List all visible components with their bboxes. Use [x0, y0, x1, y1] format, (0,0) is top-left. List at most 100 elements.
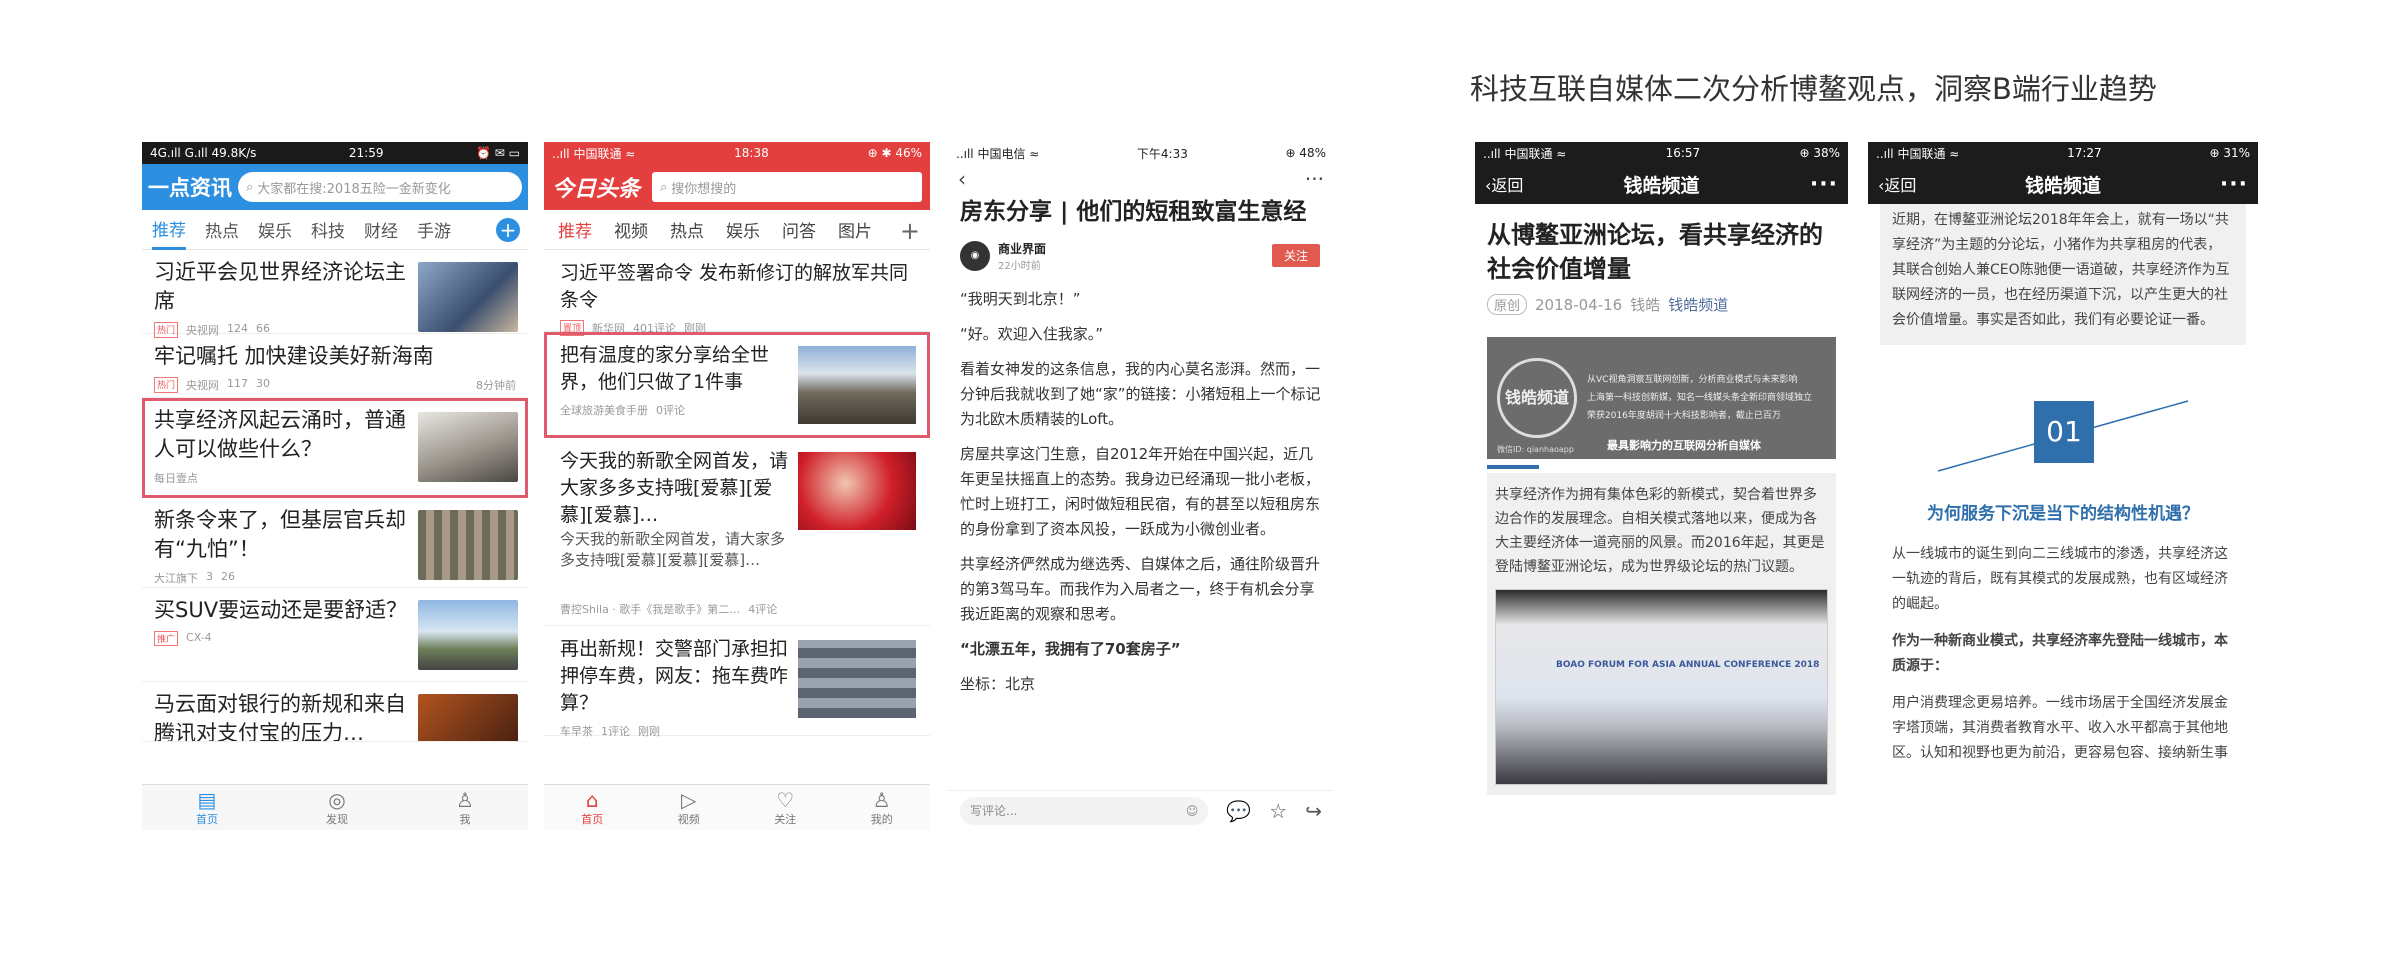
follow-button[interactable]: 关注 [1271, 244, 1320, 267]
phone-article: ..ıll 中国电信 ≈ 下午4:33 ⊕ 48% ‹ ··· 房东分享 | 他… [948, 142, 1334, 830]
tab-hot[interactable]: 热点 [205, 211, 239, 248]
list-item[interactable]: 习近平会见世界经济论坛主席 热门 央视网 124 66 [142, 250, 528, 338]
search-input[interactable]: ⌕ 搜你想搜的 [652, 172, 922, 202]
article-author: 钱皓 [1630, 296, 1661, 314]
item-source: 大江旗下 [154, 572, 198, 585]
tab-hot[interactable]: 热点 [670, 217, 704, 242]
item-source: 央视网 [186, 379, 220, 392]
photo-caption: BOAO FORUM FOR ASIA ANNUAL CONFERENCE 20… [1556, 660, 1820, 670]
item-time: 8分钟前 [476, 379, 516, 392]
home-icon: ▤ [197, 787, 217, 812]
nav-label: 我 [459, 812, 471, 826]
banner-wechat-id: 微信ID: qianhaoapp [1497, 445, 1574, 454]
comment-input[interactable]: 写评论... ☺ [960, 796, 1209, 825]
nav-home[interactable]: ▤ 首页 [196, 789, 218, 827]
plus-icon[interactable]: + [496, 218, 520, 242]
nav-video[interactable]: ▷ 视频 [678, 789, 700, 827]
bottom-nav: ▤ 首页 ◎ 发现 ♙ 我 [142, 784, 528, 830]
tab-recommend[interactable]: 推荐 [152, 210, 186, 250]
channel-tabs: 推荐 热点 娱乐 科技 财经 手游 + [142, 210, 528, 250]
author-name: 商业界面 [998, 242, 1047, 256]
list-item[interactable]: 买SUV要运动还是要舒适？ 推广 CX-4 [142, 588, 528, 682]
back-button[interactable]: ‹返回 [1878, 172, 1916, 196]
tab-qa[interactable]: 问答 [782, 217, 816, 242]
item-thumbnail [798, 346, 916, 424]
status-right: ⏰ ✉ ▭ [476, 146, 520, 160]
comment-icon[interactable]: 💬 [1226, 799, 1251, 823]
author-time: 22小时前 [998, 261, 1041, 272]
back-icon[interactable]: ‹ [958, 167, 966, 191]
item-title: 牢记嘱托 加快建设美好新海南 [154, 344, 434, 368]
tab-tech[interactable]: 科技 [311, 211, 345, 248]
article-title: 从博鳌亚洲论坛，看共享经济的社会价值增量 [1487, 221, 1823, 283]
phone-wechat-article: ..ıll 中国联通 ≈ 16:57 ⊕ 38% ‹返回 钱皓频道 ··· 从博… [1475, 142, 1848, 830]
more-icon[interactable]: ··· [2220, 172, 2248, 197]
article-paragraph: 坐标：北京 [960, 675, 1036, 693]
item-comments: 117 [227, 377, 249, 390]
item-likes: 30 [256, 377, 271, 390]
tab-entertainment[interactable]: 娱乐 [258, 211, 292, 248]
list-item[interactable]: 习近平签署命令 发布新修订的解放军共同条令 置顶 新华网 401评论 刚刚 [544, 250, 930, 336]
item-subtitle: 今天我的新歌全网首发，请大家多多支持哦[爱慕][爱慕][爱慕]… [560, 530, 786, 569]
item-comments: 0评论 [656, 404, 685, 417]
item-comments: 1评论 [601, 725, 630, 738]
avatar[interactable]: ◉ [960, 241, 990, 271]
tab-recommend[interactable]: 推荐 [558, 217, 592, 242]
status-time: 16:57 [1665, 146, 1701, 160]
phone-yidian: 4G.ıll G.ıll 49.8K/s 21:59 ⏰ ✉ ▭ 一点资讯 ⌕ … [142, 142, 528, 830]
tab-entertainment[interactable]: 娱乐 [726, 217, 760, 242]
plus-icon[interactable]: + [900, 217, 920, 245]
status-time: 21:59 [348, 146, 384, 160]
more-icon[interactable]: ··· [1810, 172, 1838, 197]
banner-logo: 钱皓频道 [1497, 358, 1577, 438]
nav-mine[interactable]: ♙ 我的 [871, 789, 893, 827]
item-title: 再出新规！交警部门承担扣押停车费，网友：拖车费咋算？ [560, 638, 789, 714]
channel-title: 钱皓频道 [2024, 174, 2101, 197]
list-item[interactable]: 马云面对银行的新规和来自腾讯对支付宝的压力… [142, 682, 528, 742]
list-item-highlighted[interactable]: 共享经济风起云涌时，普通人可以做些什么？ 每日壹点 [142, 398, 528, 498]
item-source: 全球旅游美食手册 [560, 404, 648, 417]
list-item[interactable]: 新条令来了，但基层官兵却有“九怕”！ 大江旗下 3 26 [142, 498, 528, 588]
list-item[interactable]: 牢记嘱托 加快建设美好新海南 热门 央视网 117 30 8分钟前 [142, 334, 528, 398]
nav-home[interactable]: ⌂ 首页 [581, 789, 603, 827]
item-comments: 3 [206, 570, 213, 583]
item-title: 把有温度的家分享给全世界，他们只做了1件事 [560, 344, 770, 393]
compass-icon: ◎ [328, 787, 346, 812]
tab-video[interactable]: 视频 [614, 217, 648, 242]
item-tag: 推广 [154, 631, 179, 646]
section-number: 01 [2034, 401, 2094, 463]
channel-link[interactable]: 钱皓频道 [1668, 294, 1728, 315]
star-icon[interactable]: ☆ [1269, 799, 1287, 823]
channel-tabs: 推荐 视频 热点 娱乐 问答 图片 + [544, 210, 930, 250]
item-thumbnail [418, 694, 518, 741]
tab-images[interactable]: 图片 [838, 217, 872, 242]
nav-discover[interactable]: ◎ 发现 [326, 789, 348, 827]
search-input[interactable]: ⌕ 大家都在搜:2018五险一金新变化 [238, 172, 522, 202]
item-title: 今天我的新歌全网首发，请大家多多支持哦[爱慕][爱慕][爱慕]… [560, 450, 789, 526]
app-header: 今日头条 ⌕ 搜你想搜的 [544, 164, 930, 210]
emoji-icon[interactable]: ☺ [1186, 804, 1199, 818]
article-paragraph: 作为一种新商业模式，共享经济率先登陆一线城市，本质源于： [1892, 633, 2228, 674]
item-source: 车早茶 [560, 725, 593, 738]
nav-follow[interactable]: ♡ 关注 [774, 789, 796, 827]
article-nav: ‹ ··· [948, 164, 1334, 194]
section-title: 为何服务下沉是当下的结构性机遇？ [1927, 504, 2199, 524]
list-item[interactable]: 再出新规！交警部门承担扣押停车费，网友：拖车费咋算？ 车早茶 1评论 刚刚 [544, 626, 930, 738]
item-meta: 全球旅游美食手册 0评论 [560, 402, 790, 418]
item-title: 习近平会见世界经济论坛主席 [154, 260, 406, 313]
status-right: ⊕ ✱ 46% [867, 146, 922, 160]
item-thumbnail [418, 262, 518, 332]
share-icon[interactable]: ↪ [1305, 799, 1322, 823]
nav-me[interactable]: ♙ 我 [456, 789, 474, 827]
channel-banner: 钱皓频道 从VC视角洞察互联网创新，分析商业模式与未来影响 上海第一科技创新媒，… [1487, 337, 1836, 459]
item-meta: 推广 CX-4 [154, 631, 408, 646]
list-item-highlighted[interactable]: 把有温度的家分享给全世界，他们只做了1件事 全球旅游美食手册 0评论 [544, 332, 930, 438]
tab-finance[interactable]: 财经 [364, 211, 398, 248]
tab-games[interactable]: 手游 [417, 211, 451, 248]
more-icon[interactable]: ··· [1305, 167, 1324, 191]
list-item[interactable]: 今天我的新歌全网首发，请大家多多支持哦[爱慕][爱慕][爱慕]… 今天我的新歌全… [544, 438, 930, 626]
article-paragraph: 共享经济俨然成为继选秀、自媒体之后，通往阶级晋升的第3驾马车。而我作为入局者之一… [960, 555, 1321, 623]
nav-label: 视频 [677, 812, 700, 826]
back-button[interactable]: ‹返回 [1485, 172, 1523, 196]
status-time: 18:38 [734, 146, 769, 160]
